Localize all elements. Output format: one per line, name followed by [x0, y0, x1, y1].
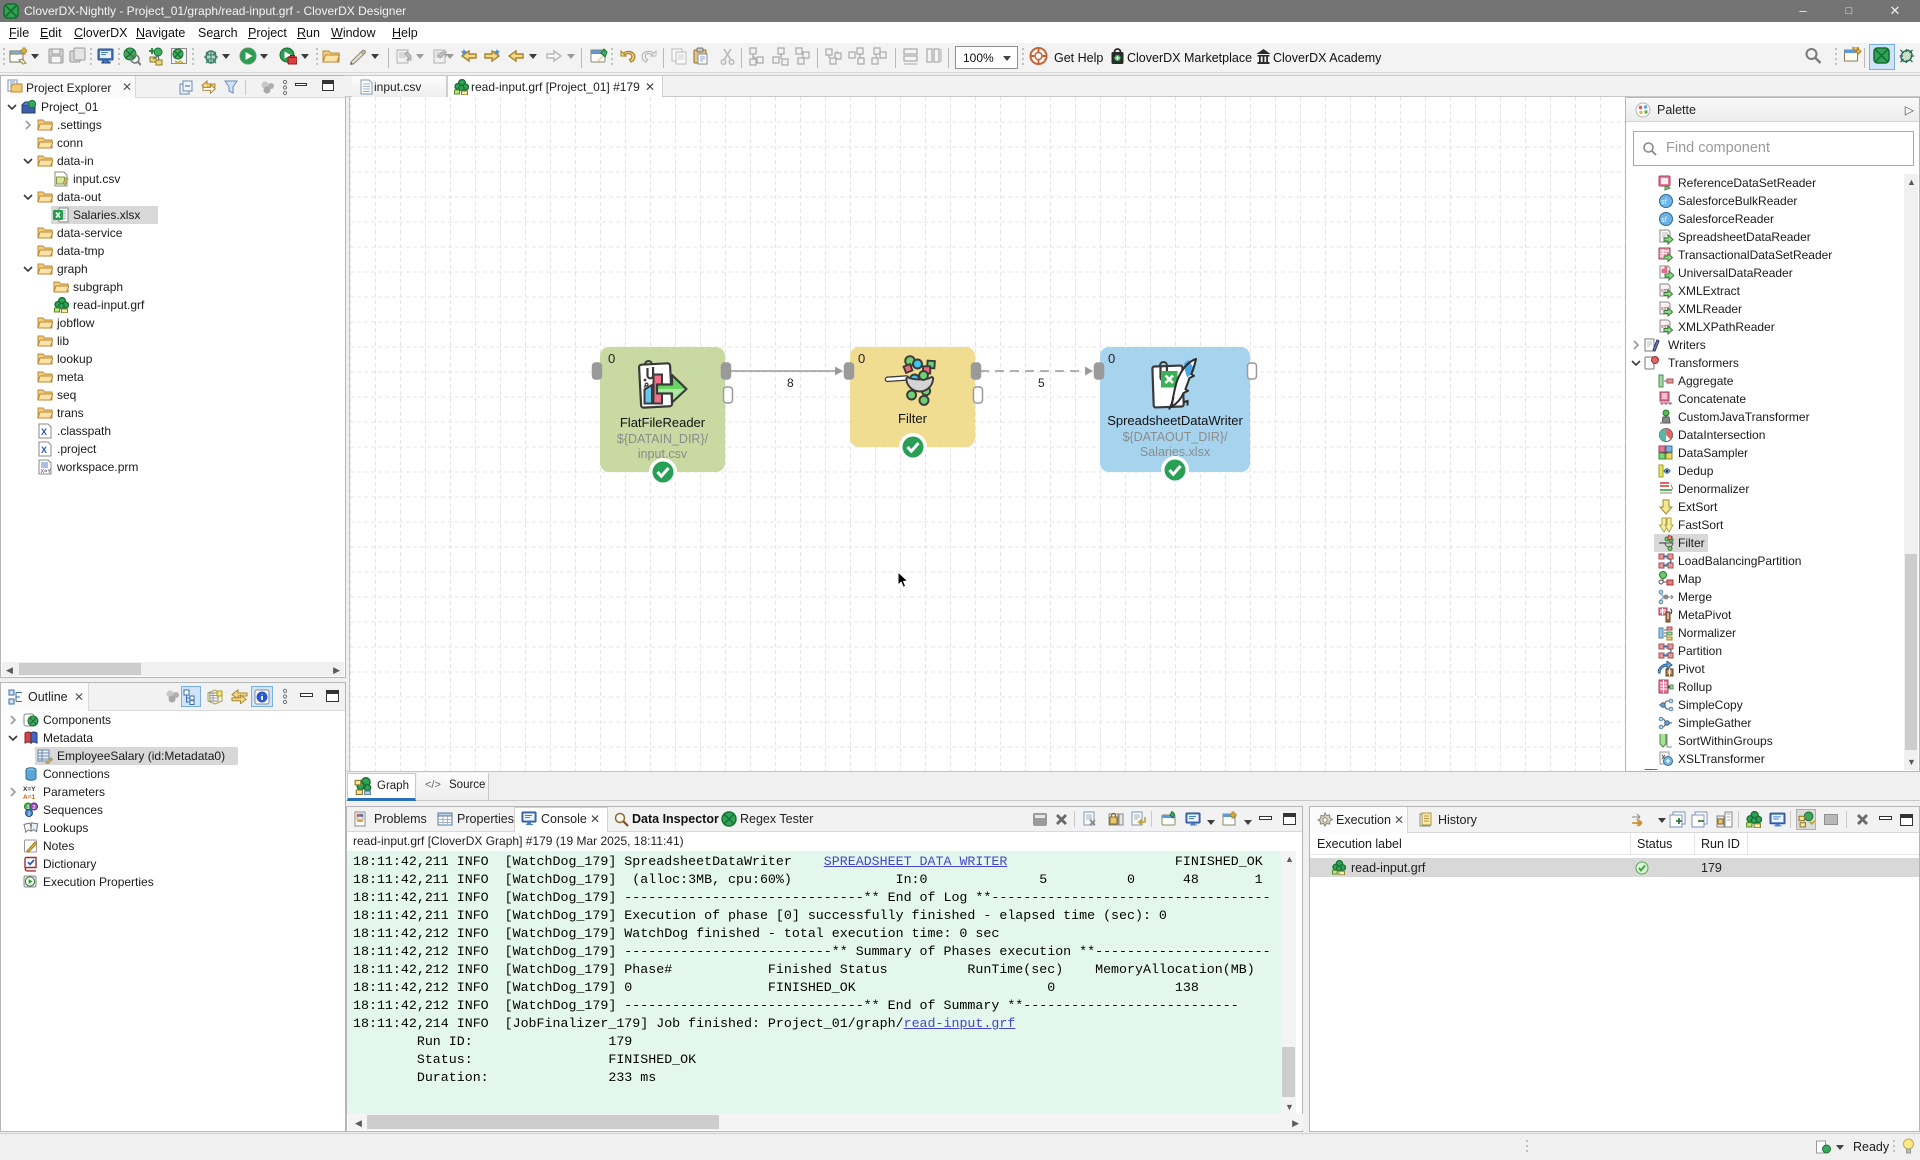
svg-text:X=Y: X=Y	[41, 469, 52, 475]
svg-text:3: 3	[28, 812, 31, 818]
svg-text:A=1: A=1	[23, 794, 35, 800]
svg-text:1: 1	[27, 805, 30, 811]
svg-text:X: X	[41, 445, 47, 455]
svg-text:X: X	[41, 427, 47, 437]
svg-text:2: 2	[33, 805, 36, 811]
svg-text:X=Y: X=Y	[23, 786, 36, 793]
